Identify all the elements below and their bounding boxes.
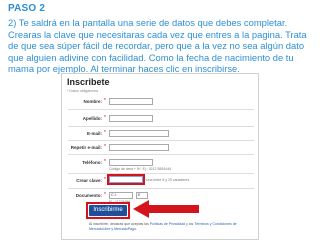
clave-required-mark: *: [104, 177, 106, 183]
telefono-input[interactable]: [109, 159, 153, 166]
nombre-input[interactable]: [109, 98, 153, 105]
document-letter-select[interactable]: E: [136, 192, 148, 199]
red-arrow-icon: [133, 200, 199, 218]
repeat-email-label: Repetir e-mail:: [70, 145, 102, 150]
terms-mid: y los: [185, 222, 195, 226]
divider: [68, 126, 254, 127]
step-description: 2) Te saldrá en la pantalla una serie de…: [8, 17, 307, 75]
inscribirme-button[interactable]: Inscribirme: [89, 205, 127, 216]
required-fields-note: * Datos obligatorios: [67, 89, 99, 93]
document-type-value: C.I.: [111, 193, 117, 197]
divider: [68, 109, 254, 110]
divider: [68, 140, 254, 141]
apellido-label: Apellido:: [82, 116, 102, 121]
clave-hint: Una entre 6 y 20 caracteres: [146, 178, 190, 182]
divider: [68, 173, 254, 174]
telefono-label: Teléfono:: [82, 160, 102, 165]
registration-form-screenshot: Inscribete * Datos obligatorios Nombre: …: [61, 73, 259, 240]
email-required-mark: *: [104, 130, 106, 136]
repeat-email-required-mark: *: [104, 144, 106, 150]
apellido-input[interactable]: [109, 115, 153, 122]
nombre-required-mark: *: [104, 98, 106, 104]
divider: [68, 188, 254, 189]
terms-intro: Al inscribirte, declaras que aceptas las: [89, 222, 150, 226]
document-type-select[interactable]: C.I.: [109, 192, 133, 199]
email-input[interactable]: [109, 130, 169, 137]
documento-required-mark: *: [104, 192, 106, 198]
clave-highlight-box: [107, 174, 145, 185]
form-title: Inscribete: [67, 77, 110, 87]
document-letter-value: E: [138, 193, 141, 197]
documento-label: Documento:: [75, 193, 102, 198]
telefono-hint: Código de área + Nº. Ej.: 0212 5554444: [109, 167, 172, 171]
divider: [68, 154, 254, 155]
privacy-policy-link[interactable]: Políticas de Privacidad: [150, 222, 185, 226]
clave-label: Crear clave:: [76, 178, 102, 183]
email-label: E-mail:: [86, 131, 102, 136]
repeat-email-input[interactable]: [109, 144, 169, 151]
nombre-label: Nombre:: [83, 99, 102, 104]
apellido-required-mark: *: [104, 115, 106, 121]
telefono-required-mark: *: [104, 159, 106, 165]
terms-text: Al inscribirte, declaras que aceptas las…: [89, 222, 255, 232]
step-title: PASO 2: [8, 3, 46, 14]
